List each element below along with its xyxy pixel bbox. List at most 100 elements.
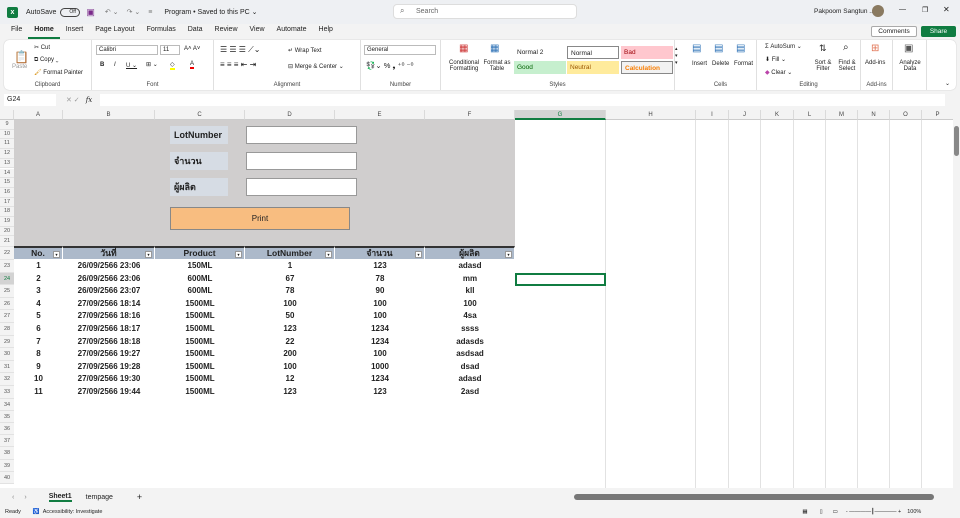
row-header-9[interactable]: 9 (0, 120, 14, 130)
fill-button[interactable]: ⬇ Fill ⌄ (765, 56, 786, 63)
avatar[interactable] (872, 5, 884, 17)
row-header-27[interactable]: 27 (0, 310, 14, 323)
row-header-39[interactable]: 39 (0, 459, 14, 472)
align-left-icon[interactable]: ≡ ≡ ≡ ⇤ ⇥ (220, 60, 256, 69)
tab-automate[interactable]: Automate (271, 24, 313, 39)
function-icon[interactable]: fx (86, 96, 93, 104)
table-header-cell[interactable]: จำนวน ▾ (335, 246, 425, 260)
filter-dropdown-icon[interactable]: ▾ (505, 251, 512, 259)
minimize-icon[interactable]: — (899, 6, 906, 13)
analyze-data-button[interactable]: Analyze Data (896, 60, 924, 72)
row-header-11[interactable]: 11 (0, 139, 14, 150)
style-calculation[interactable]: Calculation (621, 61, 673, 74)
row-header-35[interactable]: 35 (0, 410, 14, 423)
clear-button[interactable]: ◆ Clear ⌄ (765, 69, 792, 76)
producer-input[interactable] (246, 178, 357, 196)
filter-dropdown-icon[interactable]: ▾ (325, 251, 332, 259)
font-name-select[interactable]: Calibri (96, 45, 158, 55)
find-select-button[interactable]: Find & Select (835, 60, 859, 72)
column-header-D[interactable]: D (245, 110, 335, 120)
row-header-32[interactable]: 32 (0, 373, 14, 386)
next-sheet-icon[interactable]: › (24, 494, 26, 501)
format-button[interactable]: Format (734, 61, 753, 67)
name-box[interactable]: G24 (4, 94, 56, 106)
row-header-21[interactable]: 21 (0, 236, 14, 248)
underline-button[interactable]: U ⌄ (126, 62, 137, 69)
number-format-select[interactable]: General (364, 45, 436, 55)
filter-dropdown-icon[interactable]: ▾ (145, 251, 152, 259)
row-header-12[interactable]: 12 (0, 149, 14, 159)
tab-home[interactable]: Home (28, 24, 60, 39)
row-header-23[interactable]: 23 (0, 260, 14, 273)
row-header-40[interactable]: 40 (0, 471, 14, 484)
styles-scroll-icon[interactable]: ▴ ▾ ▾ (675, 46, 678, 67)
autosave-toggle[interactable]: Off (60, 7, 81, 17)
print-button[interactable]: Print (170, 207, 350, 230)
paste-button[interactable]: Paste (12, 64, 27, 70)
row-header-38[interactable]: 38 (0, 447, 14, 460)
search-input[interactable]: Search (393, 4, 577, 19)
row-header-29[interactable]: 29 (0, 335, 14, 349)
comments-button[interactable]: Comments (871, 26, 917, 37)
column-header-H[interactable]: H (606, 110, 696, 120)
filter-dropdown-icon[interactable]: ▾ (235, 251, 242, 259)
save-icon[interactable]: ▣ (86, 7, 95, 18)
column-header-J[interactable]: J (729, 110, 761, 120)
style-neutral[interactable]: Neutral (567, 61, 619, 74)
accessibility-status[interactable]: Accessibility: Investigate (43, 509, 103, 515)
table-header-cell[interactable]: ผู้ผลิต ▾ (425, 246, 515, 260)
row-header-18[interactable]: 18 (0, 207, 14, 217)
sort-filter-button[interactable]: Sort & Filter (812, 60, 834, 72)
column-header-F[interactable]: F (425, 110, 515, 120)
delete-button[interactable]: Delete (712, 61, 729, 67)
restore-icon[interactable]: ❐ (922, 6, 928, 14)
row-header-33[interactable]: 33 (0, 386, 14, 399)
quantity-input[interactable] (246, 152, 357, 170)
row-header-37[interactable]: 37 (0, 435, 14, 448)
column-header-P[interactable]: P (922, 110, 953, 120)
page-break-icon[interactable]: ▭ (833, 509, 838, 515)
fill-color-icon[interactable]: ◇ (170, 61, 175, 70)
insert-button[interactable]: Insert (692, 61, 707, 67)
share-button[interactable]: Share (921, 26, 956, 37)
addins-button[interactable]: Add-ins (865, 60, 885, 66)
row-header-10[interactable]: 10 (0, 129, 14, 140)
table-header-cell[interactable]: วันที่ ▾ (63, 246, 155, 260)
column-header-C[interactable]: C (155, 110, 245, 120)
close-icon[interactable]: ✕ (943, 5, 950, 14)
style-bad[interactable]: Bad (621, 46, 673, 59)
table-header-cell[interactable]: LotNumber ▾ (245, 246, 335, 260)
tab-insert[interactable]: Insert (60, 24, 90, 39)
conditional-formatting-button[interactable]: Conditional Formatting (445, 60, 483, 72)
row-header-13[interactable]: 13 (0, 158, 14, 169)
merge-center-button[interactable]: ⊟ Merge & Center ⌄ (288, 63, 344, 70)
align-top-icon[interactable]: ☰ ☰ ☰ ⟋⌄ (220, 45, 261, 55)
sheet-tab-sheet1[interactable]: Sheet1 (48, 493, 72, 502)
table-header-cell[interactable]: Product ▾ (155, 246, 245, 260)
horizontal-scrollbar[interactable] (574, 494, 935, 500)
bold-button[interactable]: B (100, 62, 104, 68)
row-header-16[interactable]: 16 (0, 187, 14, 198)
row-header-36[interactable]: 36 (0, 423, 14, 436)
filter-dropdown-icon[interactable]: ▾ (415, 251, 422, 259)
add-sheet-icon[interactable]: + (137, 492, 142, 502)
tab-data[interactable]: Data (182, 24, 209, 39)
tab-file[interactable]: File (5, 24, 28, 39)
currency-icon[interactable]: 💱⌄ % ❟ ⁺⁰ ⁻⁰ (366, 61, 414, 71)
formula-input[interactable] (100, 94, 946, 106)
row-header-22[interactable]: 22 (0, 247, 14, 260)
style-normal[interactable]: Normal (567, 46, 619, 59)
column-header-B[interactable]: B (63, 110, 155, 120)
vertical-scroll-thumb[interactable] (954, 126, 959, 156)
style-normal-2[interactable]: Normal 2 (514, 46, 566, 59)
italic-button[interactable]: I (114, 62, 116, 68)
column-header-K[interactable]: K (761, 110, 794, 120)
tab-view[interactable]: View (244, 24, 271, 39)
cancel-icon[interactable]: ✕ ✓ (66, 96, 80, 104)
column-header-A[interactable]: A (14, 110, 63, 120)
row-header-26[interactable]: 26 (0, 297, 14, 311)
undo-icon[interactable]: ↶ ⌄ (105, 8, 119, 16)
font-size-select[interactable]: 11 (160, 45, 180, 55)
format-painter-button[interactable]: 🖌 Format Painter (34, 69, 83, 76)
row-header-24[interactable]: 24 (0, 272, 14, 286)
